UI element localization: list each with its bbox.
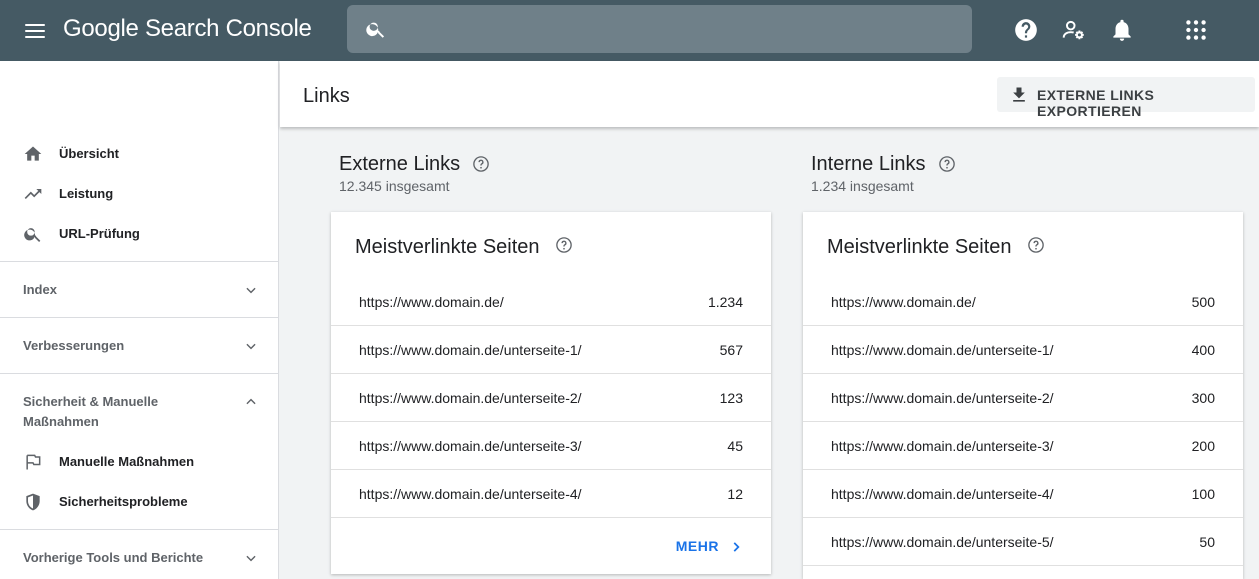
- sidebar-item-manual-actions[interactable]: Manuelle Maßnahmen: [0, 442, 278, 482]
- row-url: https://www.domain.de/: [831, 294, 976, 310]
- apps-grid-icon[interactable]: [1183, 17, 1209, 43]
- section-title: Sicherheit & Manuelle Maßnahmen: [23, 394, 159, 429]
- row-count: 50: [1199, 534, 1215, 550]
- shield-icon: [26, 493, 40, 511]
- search-bar[interactable]: [347, 5, 972, 53]
- row-count: 123: [719, 390, 743, 406]
- export-external-links-button[interactable]: EXTERNE LINKS EXPORTIEREN: [997, 77, 1255, 119]
- row-count: 500: [1191, 294, 1215, 310]
- table-row[interactable]: https://www.domain.de/ 1.234: [331, 278, 771, 326]
- help-icon[interactable]: [1013, 17, 1039, 43]
- sidebar-item-overview[interactable]: Übersicht: [0, 134, 278, 174]
- external-links-total: 12.345 insgesamt: [339, 178, 450, 194]
- manage-users-icon[interactable]: [1061, 17, 1087, 43]
- row-count: 400: [1191, 342, 1215, 358]
- sidebar: Übersicht Leistung URL-Prüfung Index Ver…: [0, 61, 279, 579]
- home-icon: [24, 146, 42, 161]
- chevron-up-icon: [246, 398, 256, 405]
- sidebar-section-index[interactable]: Index: [0, 262, 278, 317]
- sidebar-item-label: URL-Prüfung: [59, 226, 140, 241]
- page-title: Links: [303, 85, 350, 107]
- sidebar-section-legacy-tools[interactable]: Vorherige Tools und Berichte: [0, 530, 278, 579]
- download-icon: [1013, 87, 1025, 102]
- internal-links-header: Interne Links 1.234 insgesamt: [811, 153, 956, 194]
- row-url: https://www.domain.de/unterseite-4/: [831, 486, 1054, 502]
- internal-top-linked-pages-card: Meistverlinkte Seiten https://www.domain…: [803, 212, 1243, 579]
- table-row[interactable]: https://www.domain.de/unterseite-5/ 50: [803, 518, 1243, 566]
- row-url: https://www.domain.de/unterseite-1/: [831, 342, 1054, 358]
- search-input[interactable]: [403, 5, 963, 53]
- flag-icon: [26, 454, 41, 470]
- row-count: 100: [1191, 486, 1215, 502]
- sidebar-item-label: Übersicht: [59, 146, 119, 161]
- row-url: https://www.domain.de/unterseite-4/: [359, 486, 582, 502]
- row-count: 567: [719, 342, 743, 358]
- row-count: 1.234: [707, 294, 743, 310]
- external-links-title: Externe Links: [339, 153, 461, 175]
- sidebar-item-label: Leistung: [59, 186, 114, 201]
- row-url: https://www.domain.de/unterseite-5/: [831, 534, 1054, 550]
- more-button[interactable]: MEHR: [676, 538, 743, 554]
- row-count: 45: [727, 438, 743, 454]
- table-row[interactable]: https://www.domain.de/unterseite-2/ 300: [803, 374, 1243, 422]
- page-header: Links EXTERNE LINKS EXPORTIEREN: [280, 61, 1259, 127]
- table-row[interactable]: https://www.domain.de/unterseite-2/ 123: [331, 374, 771, 422]
- external-links-header: Externe Links 12.345 insgesamt: [339, 153, 490, 194]
- search-icon: [24, 228, 41, 242]
- trending-up-icon: [24, 189, 42, 199]
- row-url: https://www.domain.de/unterseite-1/: [359, 342, 582, 358]
- top-app-bar: Google Search Console: [0, 0, 1259, 61]
- help-outline-icon[interactable]: [555, 236, 573, 254]
- row-count: 200: [1191, 438, 1215, 454]
- help-outline-icon[interactable]: [938, 155, 956, 173]
- chevron-down-icon: [246, 287, 256, 294]
- table-row[interactable]: https://www.domain.de/unterseite-1/ 400: [803, 326, 1243, 374]
- internal-links-title: Interne Links: [811, 153, 926, 175]
- table-row[interactable]: https://www.domain.de/ 500: [803, 278, 1243, 326]
- export-button-label: EXTERNE LINKS EXPORTIEREN: [1037, 87, 1155, 119]
- table-row[interactable]: https://www.domain.de/unterseite-4/ 100: [803, 470, 1243, 518]
- more-button-label: MEHR: [675, 538, 719, 554]
- table-row[interactable]: https://www.domain.de/unterseite-1/ 567: [331, 326, 771, 374]
- section-title: Index: [23, 282, 57, 297]
- chevron-right-icon: [733, 542, 740, 552]
- internal-links-total: 1.234 insgesamt: [811, 178, 914, 194]
- sidebar-item-label: Manuelle Maßnahmen: [59, 454, 195, 469]
- search-icon: [366, 22, 385, 38]
- section-title: Verbesserungen: [23, 338, 125, 353]
- row-url: https://www.domain.de/unterseite-2/: [359, 390, 582, 406]
- table-row[interactable]: https://www.domain.de/unterseite-4/ 12: [331, 470, 771, 518]
- row-url: https://www.domain.de/unterseite-3/: [359, 438, 582, 454]
- sidebar-section-security[interactable]: Sicherheit & Manuelle Maßnahmen: [0, 374, 278, 434]
- sidebar-item-security-issues[interactable]: Sicherheitsprobleme: [0, 482, 278, 522]
- notifications-icon[interactable]: [1109, 17, 1135, 43]
- main-menu-button[interactable]: [22, 18, 48, 44]
- card-title: Meistverlinkte Seiten: [355, 236, 540, 258]
- sidebar-item-performance[interactable]: Leistung: [0, 174, 278, 214]
- row-url: https://www.domain.de/unterseite-3/: [831, 438, 1054, 454]
- sidebar-item-label: Sicherheitsprobleme: [59, 494, 188, 509]
- row-url: https://www.domain.de/: [359, 294, 504, 310]
- help-outline-icon[interactable]: [1027, 236, 1045, 254]
- chevron-down-icon: [246, 343, 256, 350]
- external-top-linked-pages-card: Meistverlinkte Seiten https://www.domain…: [331, 212, 771, 574]
- row-url: https://www.domain.de/unterseite-2/: [831, 390, 1054, 406]
- row-count: 300: [1191, 390, 1215, 406]
- table-row[interactable]: https://www.domain.de/unterseite-3/ 45: [331, 422, 771, 470]
- row-count: 12: [727, 486, 743, 502]
- sidebar-section-enhancements[interactable]: Verbesserungen: [0, 318, 278, 373]
- chevron-down-icon: [246, 555, 256, 562]
- section-title: Vorherige Tools und Berichte: [23, 550, 204, 565]
- table-row[interactable]: https://www.domain.de/unterseite-3/ 200: [803, 422, 1243, 470]
- help-outline-icon[interactable]: [472, 155, 490, 173]
- app-logo[interactable]: Google Search Console: [63, 15, 312, 43]
- sidebar-item-url-inspection[interactable]: URL-Prüfung: [0, 214, 278, 254]
- card-title: Meistverlinkte Seiten: [827, 236, 1012, 258]
